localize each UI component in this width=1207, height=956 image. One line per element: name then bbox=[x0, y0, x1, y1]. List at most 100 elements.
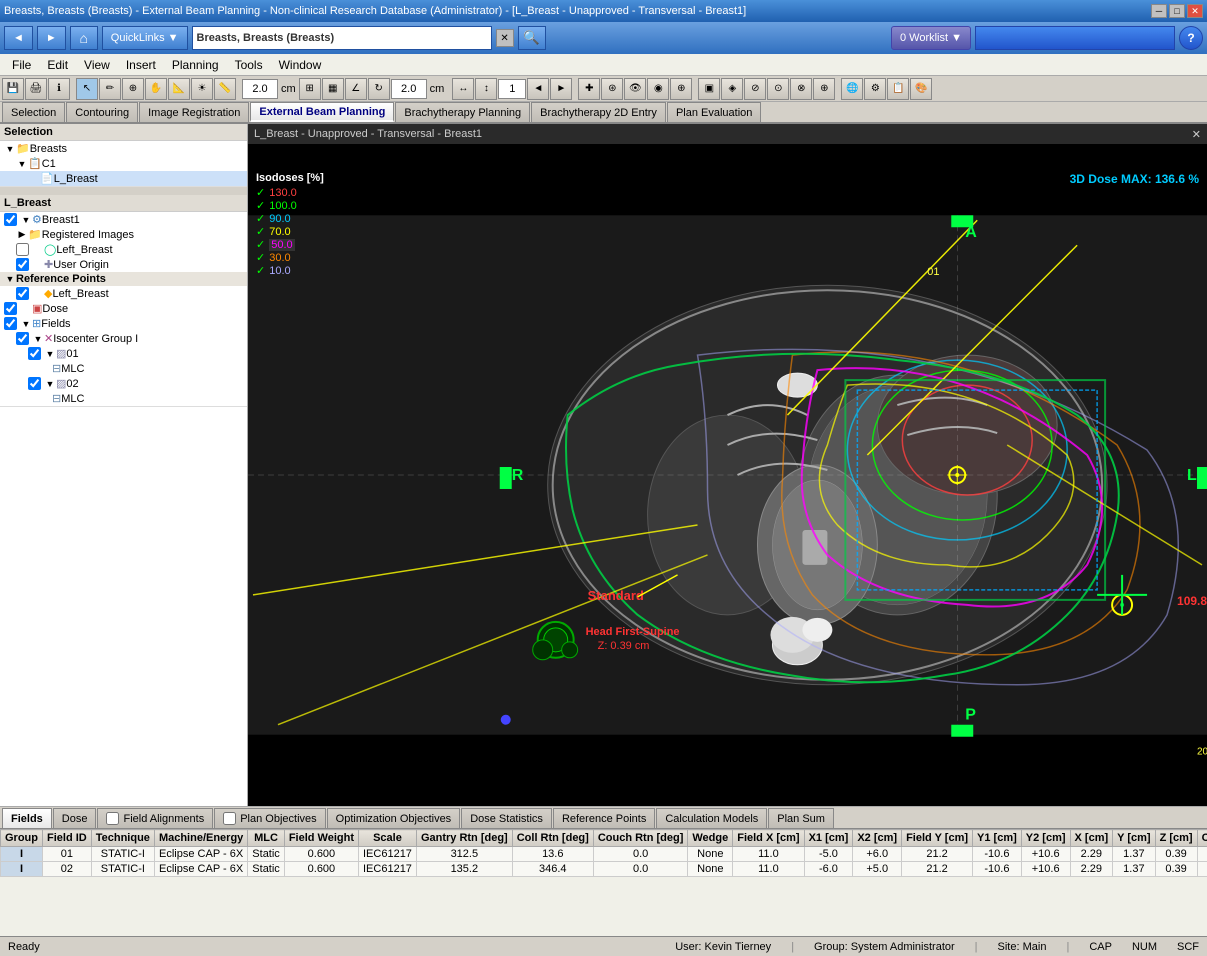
forward-button[interactable]: ► bbox=[37, 26, 66, 50]
conf-tool3[interactable]: ⊘ bbox=[744, 78, 766, 100]
left-breast-checkbox[interactable] bbox=[16, 243, 29, 256]
tab-external-beam[interactable]: External Beam Planning bbox=[250, 102, 394, 122]
user-button[interactable] bbox=[975, 26, 1175, 50]
tree-item-reg-images[interactable]: ▶ 📁 Registered Images bbox=[0, 227, 247, 242]
prev-slice[interactable]: ◄ bbox=[527, 78, 549, 100]
tab-image-registration[interactable]: Image Registration bbox=[139, 102, 249, 122]
bottom-tab-plan-obj[interactable]: Plan Objectives bbox=[214, 808, 325, 828]
worklist-button[interactable]: 0 Worklist ▼ bbox=[891, 26, 971, 50]
flip-h-tool[interactable]: ↔ bbox=[452, 78, 474, 100]
user-origin-checkbox[interactable] bbox=[16, 258, 29, 271]
expand-iso-group[interactable]: ▼ bbox=[32, 334, 44, 344]
tree-item-ref-lb[interactable]: ◆ Left_Breast bbox=[0, 286, 247, 301]
iso-group-checkbox[interactable] bbox=[16, 332, 29, 345]
draw-tool[interactable]: ✏ bbox=[99, 78, 121, 100]
select-tool[interactable]: ↖ bbox=[76, 78, 98, 100]
home-button[interactable]: ⌂ bbox=[70, 26, 98, 50]
expand-breasts[interactable]: ▼ bbox=[4, 144, 16, 154]
menu-planning[interactable]: Planning bbox=[164, 56, 227, 74]
angle-tool[interactable]: ∠ bbox=[345, 78, 367, 100]
menu-edit[interactable]: Edit bbox=[39, 56, 76, 74]
field01-checkbox[interactable] bbox=[28, 347, 41, 360]
next-slice[interactable]: ► bbox=[550, 78, 572, 100]
tree-item-breasts[interactable]: ▼ 📁 Breasts bbox=[0, 141, 247, 156]
bottom-tab-opt-obj[interactable]: Optimization Objectives bbox=[327, 808, 461, 828]
level-input[interactable] bbox=[498, 79, 526, 99]
close-button[interactable]: ✕ bbox=[1187, 4, 1203, 18]
conf-tool2[interactable]: ◈ bbox=[721, 78, 743, 100]
field-align-checkbox[interactable] bbox=[106, 812, 119, 825]
expand-breast1[interactable]: ▼ bbox=[20, 215, 32, 225]
bottom-tab-plan-sum[interactable]: Plan Sum bbox=[768, 808, 834, 828]
conf-tool5[interactable]: ⊗ bbox=[790, 78, 812, 100]
flip-v-tool[interactable]: ↕ bbox=[475, 78, 497, 100]
table-row[interactable]: I02STATIC-IEclipse CAP - 6XStatic0.600IE… bbox=[1, 862, 1207, 877]
expand-field02[interactable]: ▼ bbox=[44, 379, 56, 389]
ref-lb-checkbox[interactable] bbox=[16, 287, 29, 300]
view-tool4[interactable]: 🎨 bbox=[910, 78, 932, 100]
field02-checkbox[interactable] bbox=[28, 377, 41, 390]
bottom-tab-dose-stat[interactable]: Dose Statistics bbox=[461, 808, 552, 828]
tab-brachy2d[interactable]: Brachytherapy 2D Entry bbox=[531, 102, 666, 122]
expand-refpoints[interactable]: ▼ bbox=[4, 274, 16, 284]
dose-checkbox[interactable] bbox=[4, 302, 17, 315]
measure-tool[interactable]: 📐 bbox=[168, 78, 190, 100]
search-clear-button[interactable]: ✕ bbox=[496, 29, 514, 47]
field-tool[interactable]: ▦ bbox=[322, 78, 344, 100]
tree-item-lbreast-upper[interactable]: 📄 L_Breast bbox=[0, 171, 247, 186]
fields-checkbox[interactable] bbox=[4, 317, 17, 330]
tab-plan-eval[interactable]: Plan Evaluation bbox=[667, 102, 761, 122]
view-tool1[interactable]: 🌐 bbox=[841, 78, 863, 100]
menu-tools[interactable]: Tools bbox=[227, 56, 271, 74]
conf-tool4[interactable]: ⊙ bbox=[767, 78, 789, 100]
menu-file[interactable]: File bbox=[4, 56, 39, 74]
menu-insert[interactable]: Insert bbox=[118, 56, 164, 74]
tree-item-field01[interactable]: ▼ ▨ 01 bbox=[0, 346, 247, 361]
menu-window[interactable]: Window bbox=[271, 56, 330, 74]
table-row[interactable]: I01STATIC-IEclipse CAP - 6XStatic0.600IE… bbox=[1, 847, 1207, 862]
pan-tool[interactable]: ✋ bbox=[145, 78, 167, 100]
info-tool[interactable]: ℹ bbox=[48, 78, 70, 100]
conf-tool6[interactable]: ⊕ bbox=[813, 78, 835, 100]
cross-tool[interactable]: ✚ bbox=[578, 78, 600, 100]
search-button[interactable]: 🔍 bbox=[518, 26, 546, 50]
tab-contouring[interactable]: Contouring bbox=[66, 102, 138, 122]
eye-tool[interactable]: 👁 bbox=[624, 78, 646, 100]
bottom-tab-ref-pts[interactable]: Reference Points bbox=[553, 808, 655, 828]
tree-item-user-origin[interactable]: ✚ User Origin bbox=[0, 257, 247, 272]
view-tool3[interactable]: 📋 bbox=[887, 78, 909, 100]
tree-item-mlc01[interactable]: ⊟ MLC bbox=[0, 361, 247, 376]
expand-c1[interactable]: ▼ bbox=[16, 159, 28, 169]
bottom-tab-calc-models[interactable]: Calculation Models bbox=[656, 808, 767, 828]
tree-item-dose[interactable]: ▣ Dose bbox=[0, 301, 247, 316]
spacing-input2[interactable] bbox=[391, 79, 427, 99]
bottom-tab-dose[interactable]: Dose bbox=[53, 808, 97, 828]
help-button[interactable]: ? bbox=[1179, 26, 1203, 50]
ref-tool[interactable]: ⊕ bbox=[670, 78, 692, 100]
expand-field01[interactable]: ▼ bbox=[44, 349, 56, 359]
expand-reg-images[interactable]: ▶ bbox=[16, 229, 28, 240]
viewer-content[interactable]: A R L P Standard bbox=[248, 144, 1207, 806]
tab-selection[interactable]: Selection bbox=[2, 102, 65, 122]
quicklinks-button[interactable]: QuickLinks ▼ bbox=[102, 26, 188, 50]
zoom-tool[interactable]: ⊕ bbox=[122, 78, 144, 100]
tab-brachy[interactable]: Brachytherapy Planning bbox=[395, 102, 530, 122]
rotate-tool[interactable]: ↻ bbox=[368, 78, 390, 100]
maximize-button[interactable]: □ bbox=[1169, 4, 1185, 18]
tree-item-breast1[interactable]: ▼ ⚙ Breast1 bbox=[0, 212, 247, 227]
spacing-input[interactable] bbox=[242, 79, 278, 99]
conf-tool1[interactable]: ▣ bbox=[698, 78, 720, 100]
tree-item-field02[interactable]: ▼ ▨ 02 bbox=[0, 376, 247, 391]
print-tool[interactable]: 🖨 bbox=[25, 78, 47, 100]
tree-item-mlc02[interactable]: ⊟ MLC bbox=[0, 391, 247, 406]
iso-tool[interactable]: ◉ bbox=[647, 78, 669, 100]
view-tool2[interactable]: ⚙ bbox=[864, 78, 886, 100]
tree-item-fields[interactable]: ▼ ⊞ Fields bbox=[0, 316, 247, 331]
plan-obj-checkbox[interactable] bbox=[223, 812, 236, 825]
minimize-button[interactable]: ─ bbox=[1151, 4, 1167, 18]
save-tool[interactable]: 💾 bbox=[2, 78, 24, 100]
back-button[interactable]: ◄ bbox=[4, 26, 33, 50]
tree-item-c1[interactable]: ▼ 📋 C1 bbox=[0, 156, 247, 171]
tree-item-left-breast[interactable]: ◯ Left_Breast bbox=[0, 242, 247, 257]
tree-item-iso-group[interactable]: ▼ ✕ Isocenter Group I bbox=[0, 331, 247, 346]
